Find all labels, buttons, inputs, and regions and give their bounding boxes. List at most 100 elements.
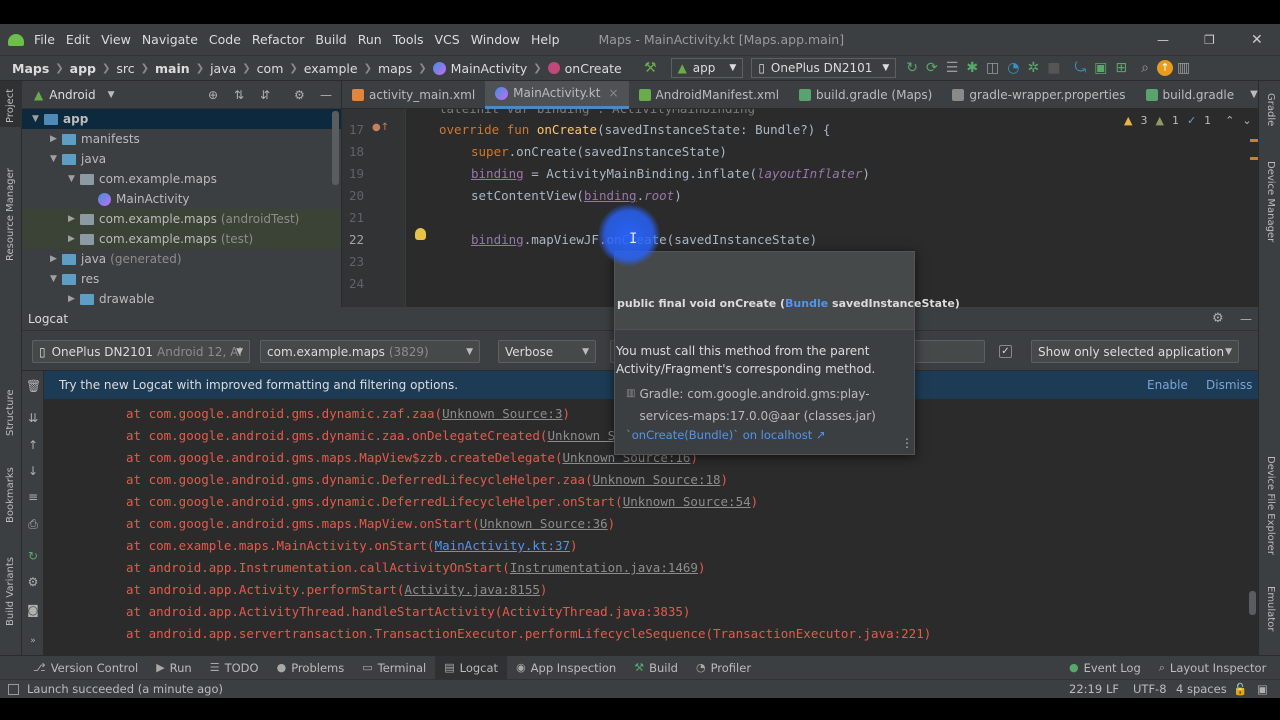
lock-icon[interactable]: 🔓 bbox=[1233, 682, 1247, 696]
tree-item[interactable]: ▶ java (generated) bbox=[22, 249, 341, 269]
menu-code[interactable]: Code bbox=[209, 32, 241, 47]
tool-window-run[interactable]: ▶ Run bbox=[147, 656, 201, 680]
menu-window[interactable]: Window bbox=[471, 32, 520, 47]
error-stripe-marker[interactable] bbox=[1250, 157, 1258, 160]
layout-icon[interactable]: ⊞ bbox=[1115, 60, 1127, 76]
line-separator[interactable]: LF bbox=[1106, 682, 1119, 696]
breadcrumb-item[interactable]: Maps bbox=[12, 61, 49, 76]
tree-item[interactable]: ▼ app bbox=[22, 109, 341, 129]
collapse-all-icon[interactable]: ⇵ bbox=[260, 88, 270, 102]
bookmarks-tool-tab[interactable]: Bookmarks bbox=[5, 467, 16, 523]
stop-icon[interactable]: ■ bbox=[1047, 60, 1060, 76]
minimize-button[interactable]: — bbox=[1157, 33, 1169, 47]
updates-icon[interactable]: ↑ bbox=[1156, 60, 1173, 76]
breadcrumb-item[interactable]: com bbox=[257, 61, 284, 76]
menu-navigate[interactable]: Navigate bbox=[142, 32, 198, 47]
resource-manager-tool-tab[interactable]: Resource Manager bbox=[5, 168, 16, 261]
debug-icon[interactable]: ✱ bbox=[966, 60, 978, 76]
screenshot-icon[interactable]: ◙ bbox=[26, 603, 40, 617]
gear-icon[interactable]: ⚙ bbox=[26, 575, 40, 589]
arrow-up-icon[interactable]: ↑ bbox=[26, 438, 40, 452]
log-level-selector[interactable]: Verbose ▼ bbox=[498, 340, 596, 363]
apply-code-changes-icon[interactable]: ⟳ bbox=[926, 60, 938, 76]
breadcrumb-item[interactable]: example bbox=[304, 61, 358, 76]
gradle-sync-icon[interactable]: ✲ bbox=[1028, 60, 1040, 76]
chevron-right-icon[interactable]: ▶ bbox=[68, 294, 80, 304]
device-manager-tool-tab[interactable]: Device Manager bbox=[1265, 161, 1276, 242]
menu-file[interactable]: File bbox=[34, 32, 55, 47]
profile-icon[interactable]: ◔ bbox=[1007, 60, 1019, 76]
menu-vcs[interactable]: VCS bbox=[435, 32, 460, 47]
attach-debugger-icon[interactable]: ◫ bbox=[986, 60, 999, 76]
lightbulb-icon[interactable] bbox=[415, 228, 426, 240]
status-message[interactable]: Launch succeeded (a minute ago) bbox=[27, 682, 223, 696]
tool-window-app-inspection[interactable]: ◉ App Inspection bbox=[507, 656, 625, 680]
more-icon[interactable]: » bbox=[26, 636, 40, 650]
tree-item[interactable]: ▶ manifests bbox=[22, 129, 341, 149]
editor-tab[interactable]: activity_main.xml bbox=[342, 81, 485, 109]
tool-window-layout-inspector[interactable]: ⌕ Layout Inspector bbox=[1150, 656, 1276, 680]
hide-panel-icon[interactable]: — bbox=[1240, 312, 1252, 326]
tree-item[interactable]: ▶ drawable bbox=[22, 289, 341, 307]
dismiss-link[interactable]: Dismiss bbox=[1206, 378, 1252, 392]
indent-setting[interactable]: 4 spaces bbox=[1176, 682, 1227, 696]
breadcrumb-item[interactable]: main bbox=[155, 61, 190, 76]
file-encoding[interactable]: UTF-8 bbox=[1133, 682, 1167, 696]
device-dropdown[interactable]: ▯ OnePlus DN2101 ▼ bbox=[751, 58, 897, 78]
tool-window-problems[interactable]: ● Problems bbox=[268, 656, 354, 680]
print-icon[interactable]: ⎙ bbox=[26, 517, 40, 531]
chevron-right-icon[interactable]: ▶ bbox=[50, 134, 62, 144]
tool-window-profiler[interactable]: ◔ Profiler bbox=[687, 656, 760, 680]
source-link[interactable]: Activity.java:8155 bbox=[404, 582, 539, 597]
status-toggle-icon[interactable] bbox=[8, 683, 19, 695]
build-variants-tool-tab[interactable]: Build Variants bbox=[5, 557, 16, 626]
search-everywhere-icon[interactable]: ⌕ bbox=[1141, 60, 1149, 76]
tree-item[interactable]: MainActivity bbox=[22, 189, 341, 209]
more-options-icon[interactable]: ⋮ bbox=[901, 436, 913, 450]
menu-help[interactable]: Help bbox=[531, 32, 560, 47]
breadcrumb-item[interactable]: java bbox=[210, 61, 236, 76]
emulator-tool-tab[interactable]: Emulator bbox=[1265, 586, 1276, 631]
override-marker-icon[interactable]: ●↑ bbox=[372, 122, 389, 133]
project-scrollbar[interactable] bbox=[332, 111, 339, 185]
breadcrumb-item[interactable]: onCreate bbox=[547, 61, 622, 76]
source-link[interactable]: Unknown Source:54 bbox=[623, 494, 751, 509]
tree-item[interactable]: ▼ res bbox=[22, 269, 341, 289]
menu-run[interactable]: Run bbox=[358, 32, 382, 47]
popup-external-link[interactable]: `onCreate(Bundle)` on localhost ↗ bbox=[626, 428, 826, 442]
chevron-up-icon[interactable]: ⌃ bbox=[1225, 114, 1234, 127]
tool-window-event-log[interactable]: ● Event Log bbox=[1060, 656, 1150, 680]
hide-panel-icon[interactable]: — bbox=[320, 88, 332, 102]
more-options-icon[interactable]: ⋮ bbox=[1276, 88, 1280, 102]
editor-tab[interactable]: build.gradle bbox=[1136, 81, 1245, 109]
run-list-icon[interactable]: ☰ bbox=[946, 60, 959, 76]
tree-item[interactable]: ▼ com.example.maps bbox=[22, 169, 341, 189]
menu-build[interactable]: Build bbox=[315, 32, 346, 47]
menu-tools[interactable]: Tools bbox=[393, 32, 424, 47]
project-tool-tab[interactable]: Project bbox=[5, 89, 16, 123]
scroll-to-end-icon[interactable]: ⇊ bbox=[26, 411, 40, 425]
gradle-tool-tab[interactable]: Gradle bbox=[1265, 93, 1276, 126]
close-tab-icon[interactable]: × bbox=[608, 86, 618, 100]
tool-window-terminal[interactable]: ▭ Terminal bbox=[353, 656, 435, 680]
breadcrumb-item[interactable]: maps bbox=[378, 61, 412, 76]
run-config-dropdown[interactable]: ▲ app ▼ bbox=[670, 58, 744, 78]
breadcrumb-item[interactable]: src bbox=[116, 61, 134, 76]
apply-changes-icon[interactable]: ↻ bbox=[906, 60, 918, 76]
menu-refactor[interactable]: Refactor bbox=[252, 32, 304, 47]
chevron-down-icon[interactable]: ▼ bbox=[32, 114, 44, 124]
source-link[interactable]: Instrumentation.java:1469 bbox=[510, 560, 698, 575]
tree-item[interactable]: ▼ java bbox=[22, 149, 341, 169]
source-link[interactable]: Unknown Source:3 bbox=[442, 406, 562, 421]
editor-tab[interactable]: AndroidManifest.xml bbox=[629, 81, 790, 109]
chevron-down-icon[interactable]: ▼ bbox=[50, 154, 62, 164]
tool-window-logcat[interactable]: ▤ Logcat bbox=[435, 655, 508, 680]
enable-link[interactable]: Enable bbox=[1147, 378, 1188, 392]
editor-tab[interactable]: gradle-wrapper.properties bbox=[942, 81, 1135, 109]
chevron-down-icon[interactable]: ▼ bbox=[1250, 89, 1258, 100]
source-link[interactable]: MainActivity.kt:37 bbox=[435, 538, 570, 553]
structure-tool-tab[interactable]: Structure bbox=[5, 389, 16, 436]
source-link[interactable]: Unknown Source:36 bbox=[480, 516, 608, 531]
source-link[interactable]: Unknown Source:18 bbox=[593, 472, 721, 487]
chevron-down-icon[interactable]: ▼ bbox=[50, 274, 62, 284]
